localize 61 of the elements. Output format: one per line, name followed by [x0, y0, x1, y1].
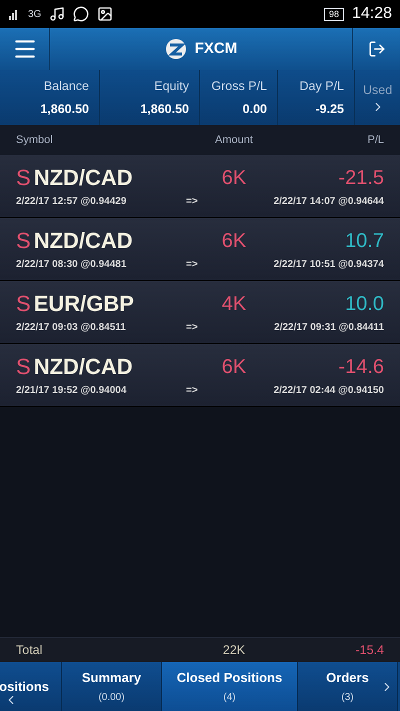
open-time: 2/22/17 09:03 @0.84511	[16, 320, 127, 334]
logo-icon	[164, 38, 187, 60]
amount: 6K	[220, 228, 248, 254]
symbol: NZD/CAD	[34, 227, 134, 255]
summary-value: 0.00	[242, 100, 267, 118]
symbol: EUR/GBP	[34, 290, 135, 318]
column-header[interactable]: P/L	[284, 132, 384, 148]
side-indicator: S	[16, 290, 31, 318]
summary-label: Used	[362, 82, 392, 100]
logout-icon	[368, 40, 386, 58]
open-time: 2/22/17 12:57 @0.94429	[16, 194, 128, 208]
side-indicator: S	[16, 353, 31, 381]
total-pl: -15.4	[354, 642, 384, 659]
summary-label: Day P/L	[300, 78, 344, 95]
summary-label: Gross P/L	[211, 78, 267, 95]
pl-value: 10.0	[344, 292, 384, 316]
battery-icon: 98	[324, 8, 344, 20]
arrow-text: =>	[186, 258, 199, 272]
side-indicator: S	[16, 227, 31, 255]
amount: 6K	[220, 166, 248, 190]
summary-value: -9.25	[316, 100, 344, 118]
amount: 6K	[220, 354, 248, 380]
close-time: 2/22/17 09:31 @0.84411	[273, 320, 384, 334]
close-time: 2/22/17 14:07 @0.94644	[272, 194, 384, 208]
amount: 4K	[220, 292, 248, 316]
open-time: 2/21/17 19:52 @0.94004	[16, 384, 128, 398]
pl-value: -14.6	[337, 354, 384, 380]
column-header[interactable]: Amount	[184, 132, 284, 148]
column-header[interactable]: Symbol	[16, 132, 184, 148]
pl-value: 10.7	[344, 228, 384, 254]
arrow-text: =>	[186, 384, 199, 398]
summary-label: Equity	[154, 78, 189, 95]
summary-label: Balance	[44, 78, 89, 95]
signal-icon	[8, 8, 20, 20]
position-row[interactable]: S NZD/CAD 6K -14.6 2/21/17 19:52 @0.94004 => 2/22/17 02:44 @0.94150	[0, 344, 400, 407]
arrow-text: =>	[186, 320, 199, 334]
close-time: 2/22/17 10:51 @0.94374	[272, 258, 384, 272]
clock: 14:28	[352, 4, 392, 24]
position-row[interactable]: S NZD/CAD 6K 10.7 2/22/17 08:30 @0.94481 => 2/22/17 10:51 @0.94374	[0, 218, 400, 281]
symbol: NZD/CAD	[34, 164, 134, 192]
open-time: 2/22/17 08:30 @0.94481	[16, 258, 128, 272]
summary-value: 1,860.50	[140, 100, 189, 118]
summary-value: 1,860.50	[40, 100, 89, 118]
total-amount: 22K	[222, 642, 246, 659]
tab[interactable]: ositions	[0, 662, 62, 711]
position-row[interactable]: S NZD/CAD 6K -21.5 2/22/17 12:57 @0.94429 => 2/22/17 14:07 @0.94644	[0, 155, 400, 218]
tab[interactable]: Orders (3)	[298, 662, 398, 711]
tab[interactable]: Closed Positions (4)	[162, 662, 298, 711]
symbol: NZD/CAD	[34, 353, 134, 381]
chat-icon	[73, 6, 90, 22]
music-icon	[49, 6, 66, 22]
app-title: FXCM	[194, 38, 238, 59]
side-indicator: S	[16, 164, 31, 192]
position-row[interactable]: S EUR/GBP 4K 10.0 2/22/17 09:03 @0.84511 => 2/22/17 09:31 @0.84411	[0, 281, 400, 344]
arrow-text: =>	[186, 194, 199, 208]
tab[interactable]: Summary (0.00)	[62, 662, 162, 711]
total-label: Total	[16, 642, 44, 659]
image-icon	[97, 6, 114, 22]
network-label: 3G	[28, 8, 42, 22]
pl-value: -21.5	[337, 166, 384, 190]
close-time: 2/22/17 02:44 @0.94150	[272, 384, 384, 398]
